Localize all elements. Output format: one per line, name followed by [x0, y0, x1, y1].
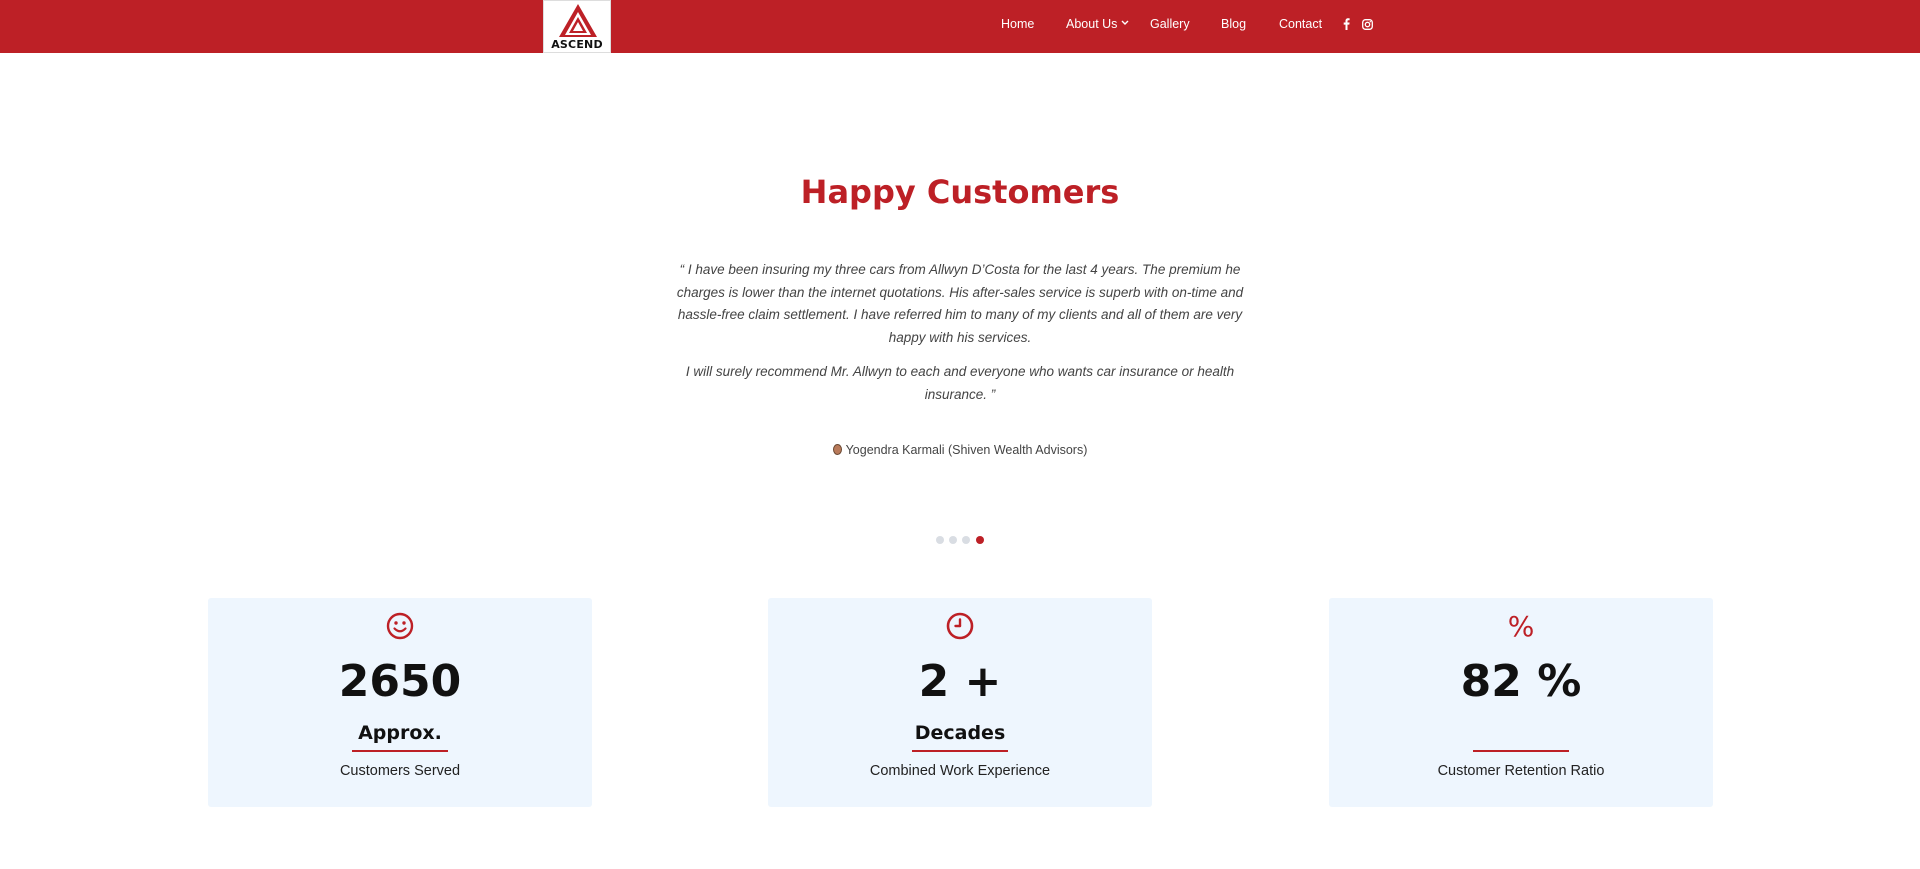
author-avatar — [832, 444, 842, 455]
ascend-logo[interactable]: ASCEND — [543, 0, 611, 53]
stat-card-experience: 2 + Decades Combined Work Experience — [768, 598, 1152, 807]
stat-caption: Combined Work Experience — [869, 763, 1051, 779]
carousel-dot-1[interactable] — [936, 536, 944, 544]
stat-underline — [912, 750, 1008, 752]
facebook-icon[interactable] — [1343, 18, 1350, 30]
svg-text:%: % — [1508, 612, 1534, 640]
testimonial-quote-paragraph-2: I will surely recommend Mr. Allwyn to ea… — [685, 364, 1235, 402]
testimonial-quote-paragraph-1: “ I have been insuring my three cars fro… — [676, 262, 1244, 345]
clock-icon — [946, 612, 974, 640]
carousel-dot-2[interactable] — [949, 536, 957, 544]
nav-about-us[interactable]: About Us — [1066, 17, 1117, 31]
logo-mountain-icon — [559, 4, 597, 37]
stat-value: 2650 — [338, 656, 462, 707]
top-navbar: ASCEND Home About Us Gallery Blog Contac… — [0, 0, 1920, 53]
nav-contact[interactable]: Contact — [1279, 17, 1322, 31]
stat-caption: Customers Served — [339, 763, 461, 779]
stat-value: 2 + — [918, 656, 1002, 707]
stat-value: 82 % — [1460, 656, 1582, 707]
logo-text: ASCEND — [551, 38, 603, 51]
instagram-icon[interactable] — [1362, 19, 1373, 30]
percent-icon: % — [1508, 610, 1535, 643]
stat-caption: Customer Retention Ratio — [1437, 763, 1605, 779]
stat-label: Decades — [914, 722, 1006, 744]
smiley-icon — [386, 612, 414, 640]
author-name: Yogendra Karmali (Shiven Wealth Advisors… — [845, 443, 1088, 457]
stat-underline — [352, 750, 448, 752]
nav-gallery[interactable]: Gallery — [1150, 17, 1190, 31]
stat-card-customers: 2650 Approx. Customers Served — [208, 598, 592, 807]
nav-blog[interactable]: Blog — [1221, 17, 1246, 31]
stat-label: Approx. — [358, 722, 442, 744]
nav-home[interactable]: Home — [1001, 17, 1034, 31]
stat-underline — [1473, 750, 1569, 752]
stat-card-retention: % 82 % Customer Retention Ratio — [1329, 598, 1713, 807]
testimonial-author: Yogendra Karmali (Shiven Wealth Advisors… — [0, 443, 1920, 457]
carousel-dot-3[interactable] — [962, 536, 970, 544]
section-title: Happy Customers — [800, 173, 1120, 211]
chevron-down-icon[interactable] — [1121, 20, 1129, 26]
carousel-dot-4[interactable] — [976, 536, 984, 544]
